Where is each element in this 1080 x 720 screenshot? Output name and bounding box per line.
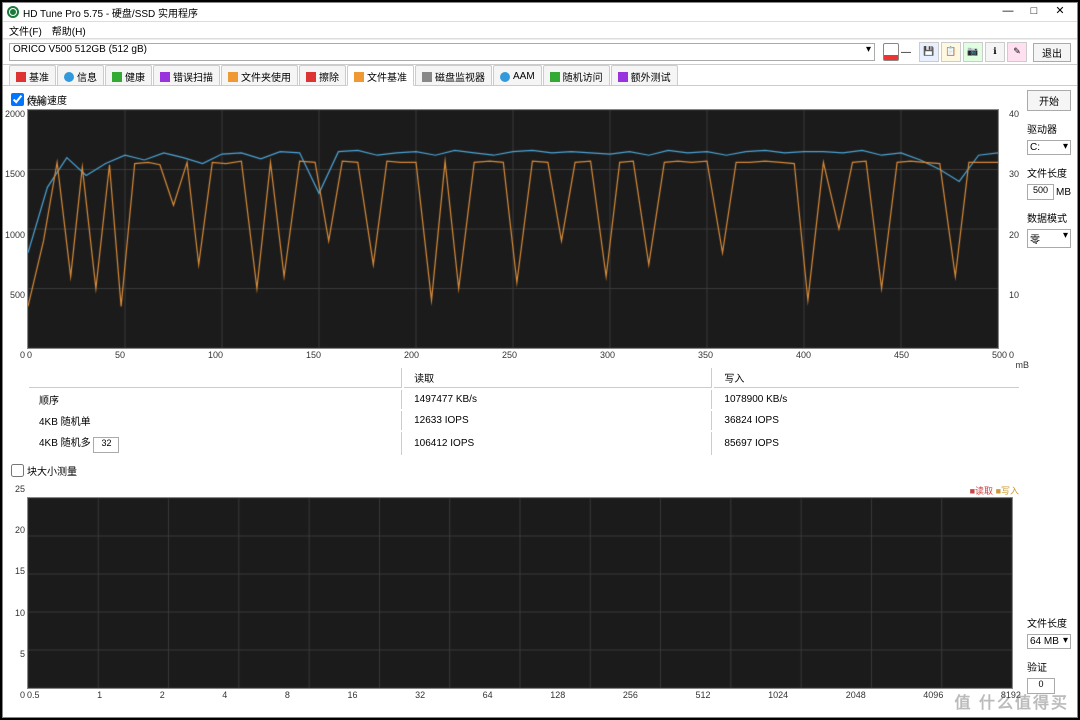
tab-8[interactable]: AAM [493, 65, 542, 85]
transfer-speed-checkbox[interactable]: 传输速度 [11, 92, 1021, 107]
drive-select[interactable]: ORICO V500 512GB (512 gB) [9, 43, 875, 61]
tab-icon [422, 72, 432, 82]
tab-9[interactable]: 随机访问 [543, 65, 610, 85]
results-table: 读取 写入 顺序1497477 KB/s1078900 KB/s 4KB 随机单… [27, 366, 1021, 457]
watermark: 值 什么值得买 [955, 689, 1069, 713]
x-axis: 050100150200250300350400450500 [27, 350, 1007, 360]
chart-canvas-1 [27, 109, 999, 349]
tab-icon [160, 72, 170, 82]
close-button[interactable]: ✕ [1047, 4, 1073, 20]
y-unit: KB/s [27, 98, 46, 108]
tab-10[interactable]: 额外测试 [611, 65, 678, 85]
datamode-select[interactable]: 零 [1027, 229, 1071, 248]
tab-icon [306, 72, 316, 82]
tab-6[interactable]: 文件基准 [347, 65, 414, 86]
app-icon [7, 6, 19, 18]
filelen2-select[interactable]: 64 MB [1027, 634, 1071, 649]
titlebar: HD Tune Pro 5.75 - 硬盘/SSD 实用程序 — □ ✕ [3, 3, 1077, 22]
table-header: 读取 写入 [29, 368, 1019, 388]
blocksize-chart: ■读取 ■写入 2520151050 0.5124816326412825651… [27, 484, 1021, 700]
x-unit: mB [1016, 360, 1030, 370]
thread-spinner[interactable]: 32 [93, 437, 119, 453]
datamode-label: 数据模式 [1027, 210, 1071, 225]
tab-5[interactable]: 擦除 [299, 65, 346, 85]
temperature-icon [883, 43, 899, 61]
tab-icon [354, 72, 364, 82]
tab-0[interactable]: 基准 [9, 65, 56, 85]
tab-2[interactable]: 健康 [105, 65, 152, 85]
menubar: 文件(F) 帮助(H) [3, 22, 1077, 39]
tab-7[interactable]: 磁盘监视器 [415, 65, 492, 85]
transfer-chart: KB/s 2000150010005000 403020100 mB 05010… [27, 109, 1007, 360]
tab-icon [112, 72, 122, 82]
maximize-button[interactable]: □ [1021, 4, 1047, 20]
window-title: HD Tune Pro 5.75 - 硬盘/SSD 实用程序 [23, 5, 198, 20]
tab-icon [228, 72, 238, 82]
verify-label: 验证 [1027, 659, 1071, 674]
filelen2-label: 文件长度 [1027, 615, 1071, 630]
info-icon[interactable]: ℹ [985, 42, 1005, 62]
exit-button[interactable]: 退出 [1033, 43, 1071, 62]
filelen-input[interactable]: 500 [1027, 184, 1054, 200]
table-row: 4KB 随机单12633 IOPS36824 IOPS [29, 411, 1019, 430]
tab-icon [64, 72, 74, 82]
tab-icon [550, 72, 560, 82]
y-axis-right: 403020100 [1009, 109, 1023, 360]
start-button[interactable]: 开始 [1027, 90, 1071, 111]
minimize-button[interactable]: — [995, 4, 1021, 20]
toolbar: ORICO V500 512GB (512 gB) — 💾 📋 📷 ℹ ✎ 退出 [3, 39, 1077, 65]
y-axis: 2000150010005000 [9, 109, 25, 360]
tab-icon [500, 72, 510, 82]
table-row: 顺序1497477 KB/s1078900 KB/s [29, 390, 1019, 409]
options-icon[interactable]: ✎ [1007, 42, 1027, 62]
y-axis-2: 2520151050 [9, 484, 25, 700]
tab-3[interactable]: 错误扫描 [153, 65, 220, 85]
menu-file[interactable]: 文件(F) [9, 23, 42, 38]
x-axis-2: 0.512481632641282565121024204840968192 [27, 690, 1021, 700]
screenshot-icon[interactable]: 📷 [963, 42, 983, 62]
drive-label: 驱动器 [1027, 121, 1071, 136]
tab-icon [16, 72, 26, 82]
copy-icon[interactable]: 📋 [941, 42, 961, 62]
tab-1[interactable]: 信息 [57, 65, 104, 85]
chart-canvas-2 [27, 497, 1013, 689]
blocksize-checkbox[interactable]: 块大小测量 [11, 463, 1021, 478]
tab-icon [618, 72, 628, 82]
drive-letter-select[interactable]: C: [1027, 140, 1071, 155]
app-window: HD Tune Pro 5.75 - 硬盘/SSD 实用程序 — □ ✕ 文件(… [2, 2, 1078, 718]
filelen-label: 文件长度 [1027, 165, 1071, 180]
table-row: 4KB 随机多 32 106412 IOPS85697 IOPS [29, 432, 1019, 455]
tab-bar: 基准信息健康错误扫描文件夹使用擦除文件基准磁盘监视器AAM随机访问额外测试 [3, 65, 1077, 86]
chart2-legend: ■读取 ■写入 [27, 484, 1019, 497]
tab-4[interactable]: 文件夹使用 [221, 65, 298, 85]
save-icon[interactable]: 💾 [919, 42, 939, 62]
menu-help[interactable]: 帮助(H) [52, 23, 86, 38]
